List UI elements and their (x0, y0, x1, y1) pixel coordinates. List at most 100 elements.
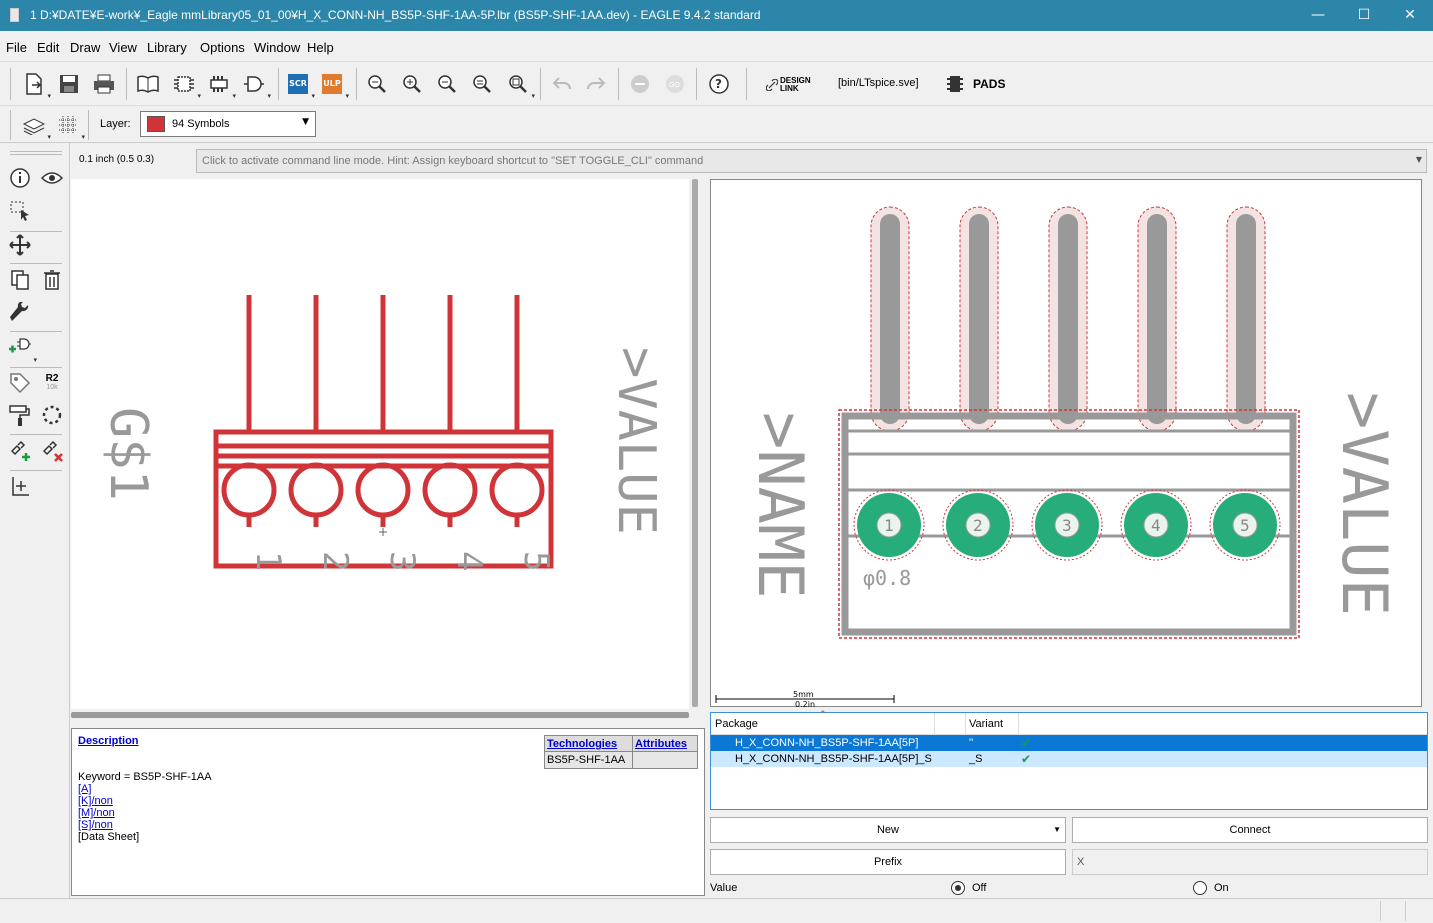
value-off-radio[interactable] (951, 881, 965, 895)
package-value-label: >VALUE (1328, 392, 1401, 616)
check-icon: ✔ (1021, 752, 1032, 766)
go-icon[interactable]: GO (661, 70, 689, 98)
ulp-button[interactable]: ULP ▾ (318, 70, 349, 100)
technologies-table: Technologies Attributes BS5P-SHF-1AA (544, 735, 698, 769)
layer-selected-value: 94 Symbols (172, 118, 230, 130)
select-group-icon[interactable] (6, 197, 34, 225)
symbol-canvas[interactable]: 1 2 3 4 5 G$1 >VALUE (71, 179, 689, 709)
pin-number: 2 (315, 551, 355, 571)
gate-symbol-icon[interactable]: ▾ (240, 70, 271, 100)
save-icon[interactable] (55, 70, 83, 98)
left-toolbar: ▾ R2 10k (0, 143, 70, 898)
paint-roller-icon[interactable] (6, 401, 34, 429)
attribute-add-icon[interactable] (6, 437, 34, 465)
link-m[interactable]: [M]/non (78, 807, 115, 819)
dimension-icon[interactable] (6, 472, 34, 500)
prefix-button[interactable]: Prefix (710, 849, 1066, 875)
package-ic-icon[interactable]: ▾ (205, 70, 236, 100)
chevron-down-icon: ▼ (302, 117, 309, 127)
description-link[interactable]: Description (78, 735, 139, 747)
pads-button[interactable]: PADS (946, 74, 1005, 94)
prefix-input[interactable]: X (1072, 849, 1428, 875)
link-a[interactable]: [A] (78, 783, 91, 795)
attribute-remove-icon[interactable] (38, 437, 66, 465)
menu-view[interactable]: View (109, 40, 137, 55)
symbol-name-label: G$1 (98, 407, 158, 501)
menu-help[interactable]: Help (307, 40, 334, 55)
move-icon[interactable] (6, 231, 34, 259)
menu-draw[interactable]: Draw (70, 40, 100, 55)
package-row[interactable]: H_X_CONN-NH_BS5P-SHF-1AA[5P]_S _S ✔ (711, 751, 1427, 767)
undo-icon[interactable] (548, 70, 576, 98)
wrench-icon[interactable] (6, 299, 34, 327)
package-column-header[interactable]: Package (715, 718, 758, 730)
show-eye-icon[interactable] (38, 164, 66, 192)
schematic-ic-icon[interactable]: ▾ (170, 70, 201, 100)
menu-file[interactable]: File (6, 40, 27, 55)
menu-edit[interactable]: Edit (37, 40, 59, 55)
package-name-label: >NAME (744, 412, 817, 599)
zoom-redraw-icon[interactable] (468, 70, 496, 98)
pin-circle (355, 462, 411, 518)
value-label: Value (710, 882, 738, 894)
name-tag-icon[interactable] (6, 369, 34, 397)
grid-coordinates: 0.1 inch (0.5 0.3) (79, 154, 155, 165)
pin-number: 4 (449, 551, 489, 571)
connector-body (213, 429, 554, 569)
zoom-fit-icon[interactable] (363, 70, 391, 98)
main-toolbar: ▾ ▾ ▾ ▾ SCR ▾ ULP ▾ ▾ GO ? DESIGN LINK [… (0, 61, 1433, 105)
new-file-icon[interactable]: ▾ (20, 70, 51, 100)
info-icon[interactable] (6, 164, 34, 192)
redo-icon[interactable] (582, 70, 610, 98)
pin-circle (422, 462, 478, 518)
command-line-input[interactable]: Click to activate command line mode. Hin… (196, 149, 1427, 173)
link-s[interactable]: [S]/non (78, 819, 113, 831)
menu-library[interactable]: Library (147, 40, 187, 55)
package-row[interactable]: H_X_CONN-NH_BS5P-SHF-1AA[5P] '' ✔ (711, 735, 1427, 751)
zoom-out-icon[interactable] (433, 70, 461, 98)
value-on-radio[interactable] (1193, 881, 1207, 895)
connect-button[interactable]: Connect (1072, 817, 1428, 843)
stop-icon[interactable] (626, 70, 654, 98)
maximize-button[interactable]: ☐ (1341, 0, 1387, 31)
zoom-area-icon[interactable]: ▾ (504, 70, 535, 100)
pin-number: 5 (516, 551, 556, 571)
package-variant-list: Package ^ Variant H_X_CONN-NH_BS5P-SHF-1… (710, 710, 1428, 810)
ulp-path-button[interactable]: [bin/LTspice.sve] (838, 77, 919, 89)
layer-label: Layer: (100, 118, 131, 130)
menu-window[interactable]: Window (254, 40, 300, 55)
zoom-in-icon[interactable] (398, 70, 426, 98)
pin-circle (288, 462, 344, 518)
menu-options[interactable]: Options (200, 40, 245, 55)
new-button[interactable]: New ▼ (710, 817, 1066, 843)
print-icon[interactable] (90, 70, 118, 98)
attributes-header[interactable]: Attributes (635, 738, 687, 750)
copy-icon[interactable] (6, 266, 34, 294)
variant-column-header[interactable]: Variant (969, 718, 1003, 730)
scale-mm: 5mm (793, 690, 814, 699)
value-icon[interactable]: R2 10k (38, 369, 66, 397)
smash-icon[interactable] (38, 401, 66, 429)
horizontal-scrollbar[interactable] (71, 712, 689, 718)
delete-trash-icon[interactable] (38, 266, 66, 294)
design-link-button[interactable]: DESIGN LINK (766, 75, 826, 95)
origin-cross (379, 528, 387, 536)
help-icon[interactable]: ? (705, 70, 733, 98)
svg-text:GO: GO (669, 81, 680, 89)
link-k[interactable]: [K]/non (78, 795, 113, 807)
pin-lead (880, 214, 900, 424)
technology-value: BS5P-SHF-1AA (547, 754, 626, 766)
grid-icon[interactable]: ▾ (54, 111, 85, 141)
pad-number: 4 (1151, 516, 1161, 535)
layer-select[interactable]: 94 Symbols ▼ (140, 111, 316, 137)
layer-settings-icon[interactable]: ▾ (20, 111, 51, 141)
scale-inch: 0.2in (795, 700, 815, 708)
technologies-header[interactable]: Technologies (547, 738, 617, 750)
script-button[interactable]: SCR ▾ (284, 70, 315, 100)
minimize-button[interactable]: — (1295, 0, 1341, 31)
title-bar: 1 D:¥DATE¥E-work¥_Eagle mmLibrary05_01_0… (0, 0, 1433, 31)
library-book-icon[interactable] (134, 70, 162, 98)
add-gate-icon[interactable]: ▾ (6, 334, 37, 364)
close-button[interactable]: ✕ (1387, 0, 1433, 31)
vertical-splitter[interactable] (692, 179, 698, 707)
